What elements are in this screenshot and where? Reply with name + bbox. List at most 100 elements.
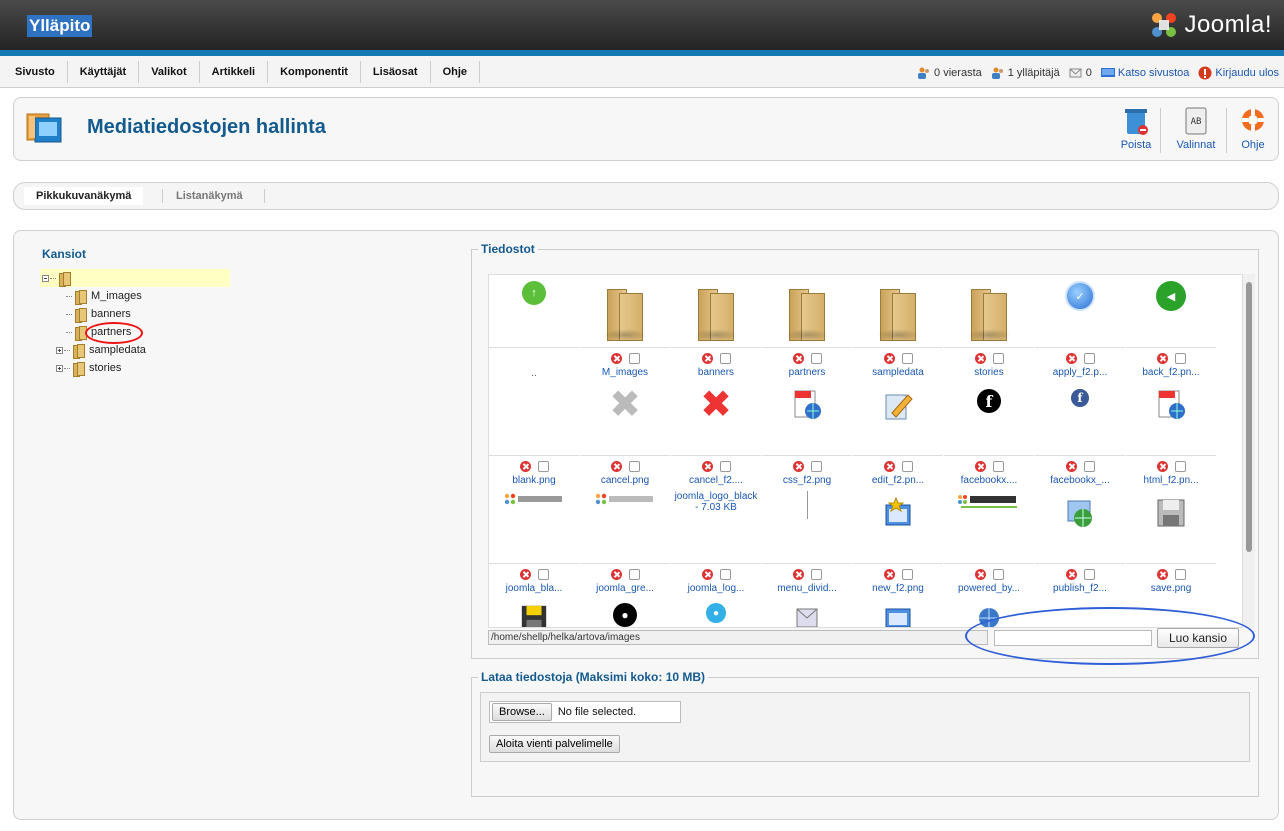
delete-icon[interactable] <box>701 568 713 580</box>
delete-icon[interactable] <box>974 460 986 472</box>
start-upload-button[interactable]: Aloita vienti palvelimelle <box>489 735 620 753</box>
delete-icon[interactable] <box>792 352 804 364</box>
delete-icon[interactable] <box>1156 568 1168 580</box>
tab-separator <box>162 189 163 203</box>
file-name[interactable]: powered_by... <box>944 583 1034 594</box>
messages-status[interactable]: 0 <box>1069 67 1092 79</box>
select-checkbox[interactable] <box>1083 568 1095 580</box>
menu-lisaosat[interactable]: Lisäosat <box>361 61 431 83</box>
select-checkbox[interactable] <box>992 460 1004 472</box>
file-name[interactable]: back_f2.pn... <box>1126 367 1216 378</box>
delete-icon[interactable] <box>519 568 531 580</box>
select-checkbox[interactable] <box>1083 352 1095 364</box>
select-checkbox[interactable] <box>992 352 1004 364</box>
delete-icon[interactable] <box>974 352 986 364</box>
file-name[interactable]: joomla_log... <box>671 583 761 594</box>
help-button[interactable]: Ohje <box>1238 106 1268 151</box>
file-name[interactable]: blank.png <box>489 475 579 486</box>
file-name[interactable]: joomla_gre... <box>580 583 670 594</box>
select-checkbox[interactable] <box>719 460 731 472</box>
delete-icon[interactable] <box>610 352 622 364</box>
delete-icon[interactable] <box>1156 352 1168 364</box>
select-checkbox[interactable] <box>1083 460 1095 472</box>
logout-text[interactable]: Kirjaudu ulos <box>1215 67 1279 79</box>
select-checkbox[interactable] <box>537 460 549 472</box>
file-name[interactable]: sampledata <box>853 367 943 378</box>
scrollbar-thumb[interactable] <box>1246 282 1252 552</box>
select-checkbox[interactable] <box>810 352 822 364</box>
tree-item-banners[interactable]: banners <box>40 305 230 323</box>
select-checkbox[interactable] <box>1174 352 1186 364</box>
file-name[interactable]: edit_f2.pn... <box>853 475 943 486</box>
file-name[interactable]: new_f2.png <box>853 583 943 594</box>
select-checkbox[interactable] <box>537 568 549 580</box>
select-checkbox[interactable] <box>901 460 913 472</box>
select-checkbox[interactable] <box>1174 460 1186 472</box>
delete-icon[interactable] <box>883 352 895 364</box>
file-name[interactable]: menu_divid... <box>762 583 852 594</box>
select-checkbox[interactable] <box>1174 568 1186 580</box>
delete-icon[interactable] <box>883 460 895 472</box>
select-checkbox[interactable] <box>719 568 731 580</box>
view-site-link[interactable]: Katso sivustoa <box>1100 67 1190 79</box>
select-checkbox[interactable] <box>901 352 913 364</box>
file-name[interactable]: M_images <box>580 367 670 378</box>
select-checkbox[interactable] <box>901 568 913 580</box>
delete-icon[interactable] <box>1065 352 1077 364</box>
delete-icon[interactable] <box>701 352 713 364</box>
file-name[interactable]: facebookx_... <box>1035 475 1125 486</box>
file-name[interactable]: banners <box>671 367 761 378</box>
file-grid-scrollbar[interactable] <box>1243 274 1255 628</box>
select-checkbox[interactable] <box>810 460 822 472</box>
delete-icon[interactable] <box>1065 460 1077 472</box>
file-name[interactable]: css_f2.png <box>762 475 852 486</box>
file-picker[interactable]: Browse... No file selected. <box>489 701 681 723</box>
delete-icon[interactable] <box>519 460 531 472</box>
file-name[interactable]: facebookx.... <box>944 475 1034 486</box>
tree-item-m-images[interactable]: M_images <box>40 287 230 305</box>
logout-link[interactable]: Kirjaudu ulos <box>1198 66 1279 80</box>
tree-item-sampledata[interactable]: sampledata <box>40 341 230 359</box>
file-name[interactable]: html_f2.pn... <box>1126 475 1216 486</box>
browse-button[interactable]: Browse... <box>492 703 552 721</box>
tab-list-view[interactable]: Listanäkymä <box>176 188 243 204</box>
menu-valikot[interactable]: Valikot <box>139 61 200 83</box>
select-checkbox[interactable] <box>810 568 822 580</box>
file-name[interactable]: cancel_f2.... <box>671 475 761 486</box>
menu-komponentit[interactable]: Komponentit <box>268 61 361 83</box>
file-name[interactable]: partners <box>762 367 852 378</box>
file-name[interactable]: save.png <box>1126 583 1216 594</box>
menu-sivusto[interactable]: Sivusto <box>7 61 68 83</box>
options-button[interactable]: AB Valinnat <box>1174 106 1218 151</box>
file-name[interactable]: cancel.png <box>580 475 670 486</box>
file-name[interactable]: apply_f2.p... <box>1035 367 1125 378</box>
delete-icon[interactable] <box>610 460 622 472</box>
delete-icon[interactable] <box>701 460 713 472</box>
expand-toggle[interactable] <box>56 346 63 354</box>
menu-ohje[interactable]: Ohje <box>431 61 481 83</box>
file-name[interactable]: stories <box>944 367 1034 378</box>
menu-kayttajat[interactable]: Käyttäjät <box>68 61 140 83</box>
tree-item-stories[interactable]: stories <box>40 359 230 377</box>
select-checkbox[interactable] <box>628 352 640 364</box>
select-checkbox[interactable] <box>719 352 731 364</box>
delete-icon[interactable] <box>792 568 804 580</box>
collapse-toggle[interactable] <box>42 274 49 282</box>
folder-tree-root[interactable] <box>40 269 230 287</box>
delete-icon[interactable] <box>883 568 895 580</box>
delete-icon[interactable] <box>1156 460 1168 472</box>
menu-artikkeli[interactable]: Artikkeli <box>200 61 269 83</box>
file-name[interactable]: joomla_bla... <box>489 583 579 594</box>
tab-thumbnail-view[interactable]: Pikkukuvanäkymä <box>24 187 144 205</box>
file-name[interactable]: publish_f2... <box>1035 583 1125 594</box>
view-site-text[interactable]: Katso sivustoa <box>1118 67 1190 79</box>
delete-icon[interactable] <box>1065 568 1077 580</box>
delete-button[interactable]: Poista <box>1118 106 1154 151</box>
delete-icon[interactable] <box>792 460 804 472</box>
expand-toggle[interactable] <box>56 364 63 372</box>
delete-icon[interactable] <box>974 568 986 580</box>
delete-icon[interactable] <box>610 568 622 580</box>
select-checkbox[interactable] <box>628 460 640 472</box>
select-checkbox[interactable] <box>628 568 640 580</box>
select-checkbox[interactable] <box>992 568 1004 580</box>
